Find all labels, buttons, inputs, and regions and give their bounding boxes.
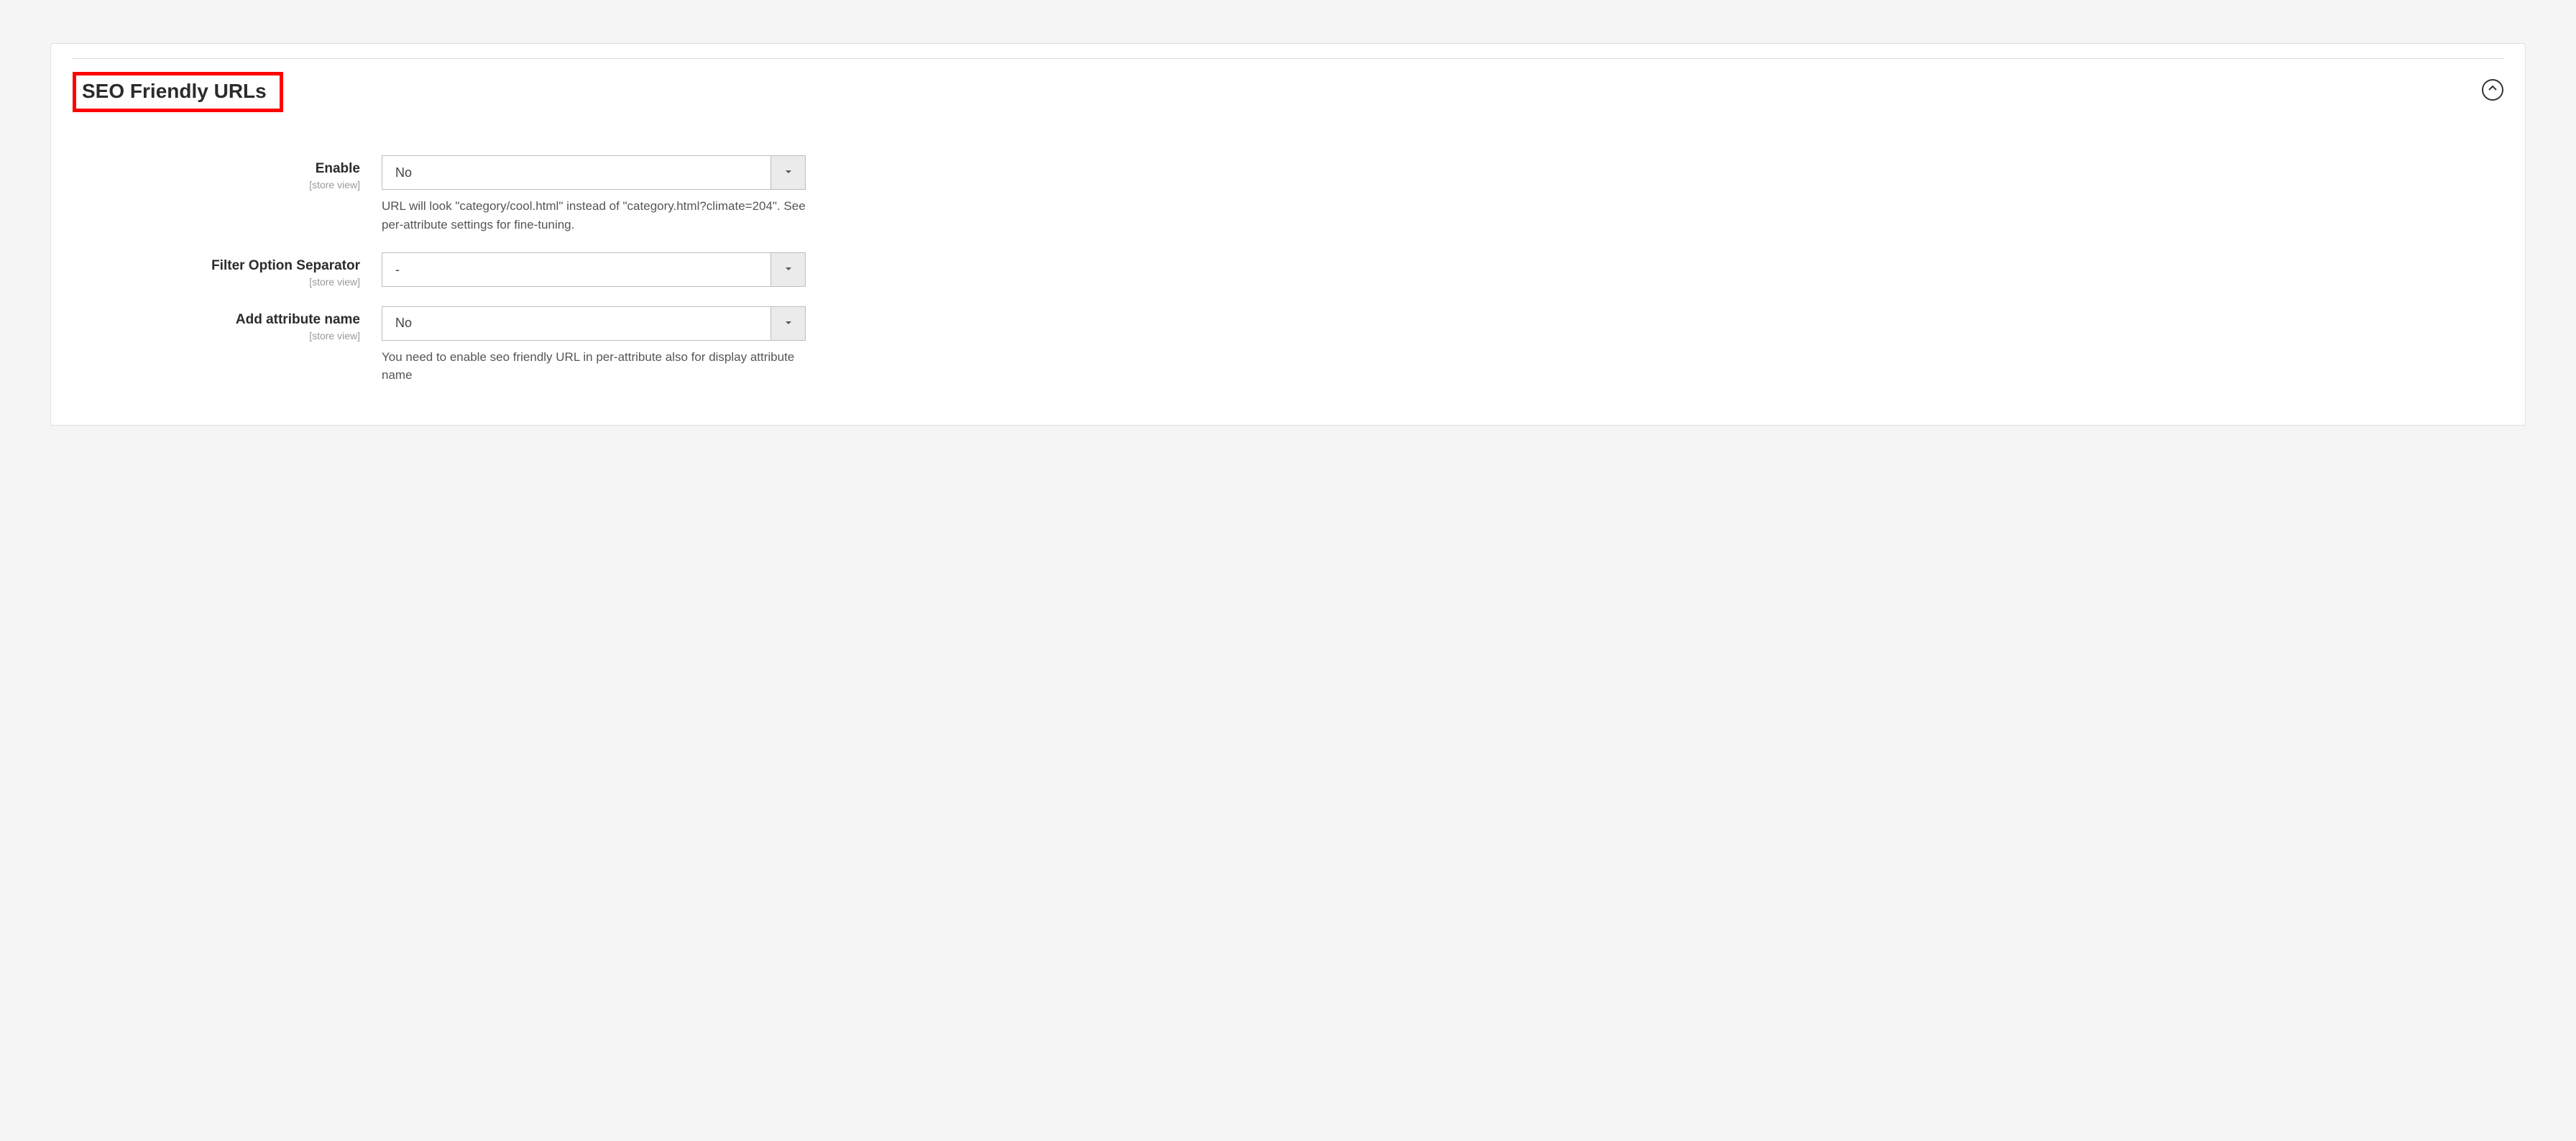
field-row-separator: Filter Option Separator [store view] - bbox=[73, 252, 2503, 288]
section-title-highlight: SEO Friendly URLs bbox=[73, 72, 283, 112]
caret-down-icon bbox=[785, 317, 792, 330]
select-value: No bbox=[382, 165, 770, 180]
input-col: No URL will look "category/cool.html" in… bbox=[382, 155, 806, 234]
input-col: - bbox=[382, 252, 806, 287]
enable-select[interactable]: No bbox=[382, 155, 806, 190]
scope-label: [store view] bbox=[73, 330, 360, 342]
scope-label: [store view] bbox=[73, 179, 360, 191]
field-row-enable: Enable [store view] No URL will look "ca… bbox=[73, 155, 2503, 234]
dropdown-arrow bbox=[770, 156, 805, 189]
label-col: Enable [store view] bbox=[73, 155, 382, 191]
panel-header: SEO Friendly URLs bbox=[73, 72, 2503, 112]
input-col: No You need to enable seo friendly URL i… bbox=[382, 306, 806, 385]
select-value: No bbox=[382, 316, 770, 331]
separator-select[interactable]: - bbox=[382, 252, 806, 287]
attr-name-select[interactable]: No bbox=[382, 306, 806, 341]
field-label: Enable bbox=[73, 161, 360, 178]
field-label: Filter Option Separator bbox=[73, 258, 360, 275]
select-value: - bbox=[382, 262, 770, 278]
field-label: Add attribute name bbox=[73, 312, 360, 329]
caret-down-icon bbox=[785, 263, 792, 276]
section-title: SEO Friendly URLs bbox=[82, 80, 267, 102]
collapse-section-button[interactable] bbox=[2482, 79, 2503, 101]
config-section-panel: SEO Friendly URLs Enable [store view] No… bbox=[50, 43, 2526, 426]
caret-down-icon bbox=[785, 166, 792, 179]
dropdown-arrow bbox=[770, 253, 805, 286]
field-help-text: URL will look "category/cool.html" inste… bbox=[382, 197, 806, 234]
dropdown-arrow bbox=[770, 307, 805, 340]
scope-label: [store view] bbox=[73, 276, 360, 288]
label-col: Add attribute name [store view] bbox=[73, 306, 382, 342]
panel-divider bbox=[73, 58, 2503, 59]
field-help-text: You need to enable seo friendly URL in p… bbox=[382, 348, 806, 385]
field-row-attr-name: Add attribute name [store view] No You n… bbox=[73, 306, 2503, 385]
label-col: Filter Option Separator [store view] bbox=[73, 252, 382, 288]
chevron-up-icon bbox=[2488, 83, 2497, 96]
